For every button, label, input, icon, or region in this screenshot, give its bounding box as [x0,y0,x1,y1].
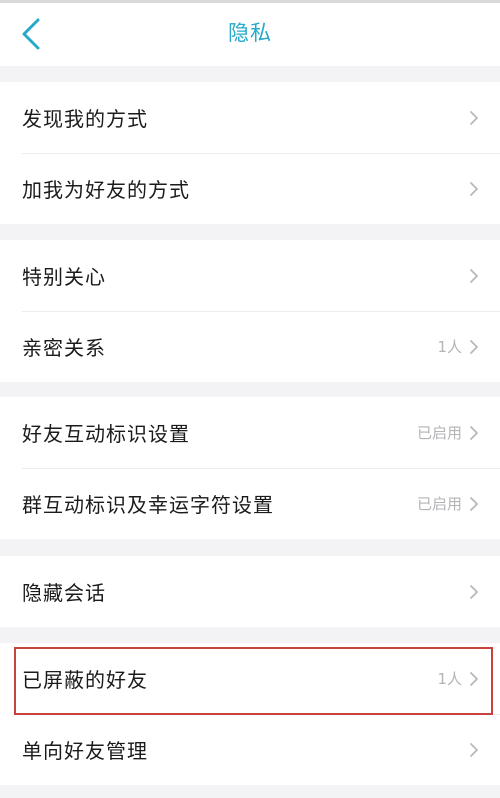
row-label: 亲密关系 [22,336,106,360]
settings-row-friend-interaction-badge[interactable]: 好友互动标识设置 已启用 [0,397,500,468]
settings-group-relations: 特别关心 亲密关系 1人 [0,240,500,382]
row-label: 已屏蔽的好友 [22,668,148,692]
chevron-right-icon [468,495,480,513]
row-value: 已启用 [416,495,462,513]
chevron-right-icon [468,583,480,601]
settings-row-blocked-friends[interactable]: 已屏蔽的好友 1人 [0,643,500,714]
settings-row-special-care[interactable]: 特别关心 [0,240,500,311]
settings-row-one-way-friends[interactable]: 单向好友管理 [0,714,500,785]
chevron-right-icon [468,424,480,442]
settings-row-hidden-chats[interactable]: 隐藏会话 [0,556,500,627]
row-label: 加我为好友的方式 [22,178,190,202]
row-label: 群互动标识及幸运字符设置 [22,493,274,517]
settings-group-blocking: 已屏蔽的好友 1人 单向好友管理 [0,643,500,785]
settings-group-interaction: 好友互动标识设置 已启用 群互动标识及幸运字符设置 已启用 [0,397,500,539]
settings-group-hidden: 隐藏会话 [0,556,500,627]
chevron-right-icon [468,180,480,198]
row-value: 已启用 [416,424,462,442]
settings-row-discover-me[interactable]: 发现我的方式 [0,82,500,153]
settings-row-group-interaction-badge[interactable]: 群互动标识及幸运字符设置 已启用 [0,468,500,539]
settings-group-discovery: 发现我的方式 加我为好友的方式 [0,82,500,224]
row-label: 特别关心 [22,265,106,289]
chevron-right-icon [468,670,480,688]
settings-row-intimate-relation[interactable]: 亲密关系 1人 [0,311,500,382]
settings-row-add-friend-method[interactable]: 加我为好友的方式 [0,153,500,224]
row-label: 好友互动标识设置 [22,422,190,446]
row-value: 1人 [437,670,462,688]
page-title: 隐私 [228,21,272,45]
chevron-right-icon [468,267,480,285]
navigation-bar: 隐私 [0,0,500,66]
row-label: 单向好友管理 [22,739,148,763]
chevron-right-icon [468,741,480,759]
row-value: 1人 [437,338,462,356]
chevron-right-icon [468,109,480,127]
row-label: 发现我的方式 [22,107,148,131]
chevron-right-icon [468,338,480,356]
row-label: 隐藏会话 [22,581,106,605]
